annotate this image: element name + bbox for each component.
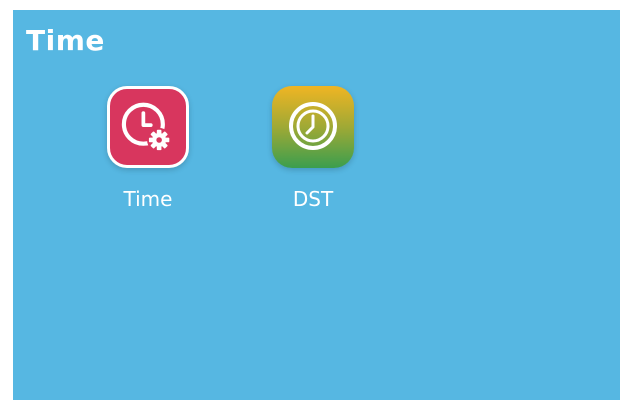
dst-app-button[interactable]: DST <box>258 86 368 216</box>
dst-app-label: DST <box>292 187 334 211</box>
clock-settings-icon <box>121 102 172 153</box>
dst-app-icon-frame <box>272 86 354 168</box>
page-title: Time <box>26 24 105 57</box>
time-app-button[interactable]: Time <box>93 86 203 216</box>
clock-icon <box>289 102 337 150</box>
time-app-label: Time <box>123 187 173 211</box>
time-app-icon-frame <box>107 86 189 168</box>
time-screen: Time Time DST <box>13 10 620 400</box>
